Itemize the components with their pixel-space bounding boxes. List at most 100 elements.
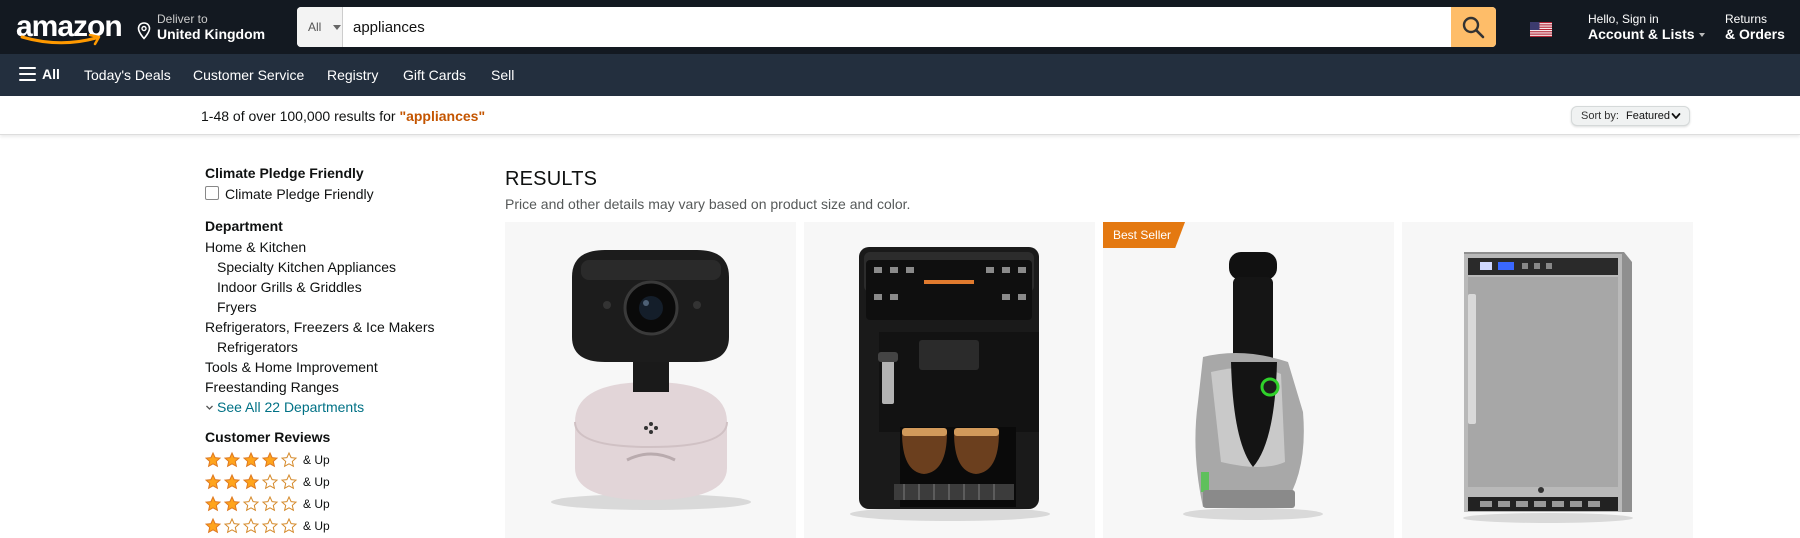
- star-empty-icon: [261, 474, 279, 490]
- best-seller-badge: Best Seller: [1103, 222, 1186, 248]
- department-specialty-kitchen[interactable]: Specialty Kitchen Appliances: [205, 257, 465, 277]
- all-menu-button[interactable]: All: [19, 66, 60, 82]
- see-all-departments-label: See All 22 Departments: [217, 399, 365, 415]
- logo-smile-icon: [20, 34, 101, 46]
- amazon-logo[interactable]: amazon: [16, 10, 123, 46]
- department-freestanding-ranges[interactable]: Freestanding Ranges: [205, 377, 465, 397]
- caret-down-icon: [1698, 33, 1705, 38]
- star-empty-icon: [261, 518, 279, 534]
- caret-down-icon: [333, 25, 341, 30]
- climate-pledge-option: Climate Pledge Friendly: [225, 186, 374, 202]
- account-greeting: Hello, Sign in: [1588, 12, 1659, 26]
- product-image-frozen-dessert-maker[interactable]: [1103, 222, 1394, 527]
- star-filled-icon: [242, 474, 260, 490]
- orders-label: & Orders: [1725, 26, 1785, 42]
- sort-value: Featured: [1626, 110, 1671, 122]
- star-empty-icon: [242, 518, 260, 534]
- results-subtitle: Price and other details may vary based o…: [505, 196, 911, 212]
- search-button[interactable]: [1451, 7, 1496, 47]
- star-empty-icon: [261, 496, 279, 512]
- department-refrigerators-freezers[interactable]: Refrigerators, Freezers & Ice Makers: [205, 317, 465, 337]
- star-empty-icon: [223, 518, 241, 534]
- star-empty-icon: [280, 452, 298, 468]
- chevron-down-icon: [206, 405, 213, 410]
- search-icon: [1462, 16, 1485, 39]
- star-rating-icon: [205, 518, 298, 534]
- star-rating-icon: [205, 474, 298, 490]
- star-filled-icon: [223, 474, 241, 490]
- hamburger-icon: [19, 67, 36, 81]
- product-card[interactable]: [804, 222, 1095, 538]
- star-filled-icon: [205, 518, 222, 534]
- department-fryers[interactable]: Fryers: [205, 297, 465, 317]
- star-filled-icon: [261, 452, 279, 468]
- star-rating-icon: [205, 452, 298, 468]
- department-tools[interactable]: Tools & Home Improvement: [205, 357, 465, 377]
- product-card[interactable]: [505, 222, 796, 538]
- nav-link-registry[interactable]: Registry: [327, 67, 378, 83]
- chevron-down-icon: [1671, 113, 1681, 119]
- nav-link-todays-deals[interactable]: Today's Deals: [84, 67, 171, 83]
- star-filled-icon: [205, 474, 222, 490]
- search-input[interactable]: [353, 7, 1443, 47]
- product-card[interactable]: [1402, 222, 1693, 538]
- search-category-select[interactable]: All: [297, 7, 343, 47]
- results-query: "appliances": [399, 108, 486, 124]
- us-flag-icon[interactable]: [1530, 22, 1552, 37]
- star-filled-icon: [223, 496, 241, 512]
- star-empty-icon: [280, 474, 298, 490]
- department-home-kitchen[interactable]: Home & Kitchen: [205, 237, 465, 257]
- department-heading: Department: [205, 218, 283, 234]
- and-up-label: & Up: [303, 475, 330, 490]
- star-filled-icon: [223, 452, 241, 468]
- product-image-security-camera[interactable]: [505, 222, 796, 527]
- review-filter-3-stars[interactable]: & Up: [205, 470, 465, 492]
- results-count-text: 1-48 of over 100,000 results for: [201, 108, 400, 124]
- product-image-espresso-machine[interactable]: [804, 222, 1095, 527]
- review-filter-4-stars[interactable]: & Up: [205, 448, 465, 470]
- results-info-bar: 1-48 of over 100,000 results for "applia…: [0, 96, 1800, 135]
- returns-orders-link[interactable]: Returns & Orders: [1725, 12, 1785, 42]
- product-image-beverage-refrigerator[interactable]: [1402, 222, 1693, 527]
- star-filled-icon: [242, 452, 260, 468]
- review-filter-list: & Up & Up & Up & Up: [205, 448, 465, 536]
- department-indoor-grills[interactable]: Indoor Grills & Griddles: [205, 277, 465, 297]
- star-empty-icon: [242, 496, 260, 512]
- sort-dropdown[interactable]: Sort by: Featured: [1571, 106, 1690, 126]
- and-up-label: & Up: [303, 497, 330, 512]
- deliver-label: Deliver to: [157, 12, 208, 26]
- and-up-label: & Up: [303, 453, 330, 468]
- climate-pledge-heading: Climate Pledge Friendly: [205, 165, 364, 181]
- star-empty-icon: [280, 496, 298, 512]
- review-filter-1-stars[interactable]: & Up: [205, 514, 465, 536]
- nav-link-gift-cards[interactable]: Gift Cards: [403, 67, 466, 83]
- search-category-label: All: [308, 20, 322, 34]
- climate-pledge-checkbox[interactable]: [205, 186, 219, 201]
- returns-label: Returns: [1725, 12, 1768, 26]
- star-rating-icon: [205, 496, 298, 512]
- star-empty-icon: [280, 518, 298, 534]
- department-refrigerators[interactable]: Refrigerators: [205, 337, 465, 357]
- location-pin-icon: [137, 22, 151, 40]
- nav-link-sell[interactable]: Sell: [491, 67, 514, 83]
- sort-label: Sort by:: [1581, 110, 1619, 122]
- nav-link-customer-service[interactable]: Customer Service: [193, 67, 304, 83]
- product-card[interactable]: Best Seller: [1103, 222, 1394, 538]
- results-heading: RESULTS: [505, 168, 598, 190]
- top-nav: amazon Deliver to United Kingdom All app…: [0, 0, 1800, 54]
- account-lists-menu[interactable]: Hello, Sign in Account & Lists: [1588, 12, 1705, 42]
- search-bar: All: [297, 7, 1496, 47]
- results-count: 1-48 of over 100,000 results for "applia…: [201, 108, 485, 124]
- secondary-nav: All Today's Deals Customer Service Regis…: [0, 54, 1800, 96]
- star-filled-icon: [205, 452, 222, 468]
- customer-reviews-heading: Customer Reviews: [205, 429, 331, 445]
- and-up-label: & Up: [303, 519, 330, 534]
- deliver-location: United Kingdom: [157, 26, 266, 42]
- account-label: Account & Lists: [1588, 26, 1695, 42]
- review-filter-2-stars[interactable]: & Up: [205, 492, 465, 514]
- all-menu-label: All: [42, 66, 60, 82]
- climate-pledge-filter[interactable]: Climate Pledge Friendly: [205, 184, 465, 204]
- see-all-departments-link[interactable]: See All 22 Departments: [205, 397, 465, 417]
- star-filled-icon: [205, 496, 222, 512]
- filter-sidebar: Climate Pledge Friendly Climate Pledge F…: [205, 165, 465, 536]
